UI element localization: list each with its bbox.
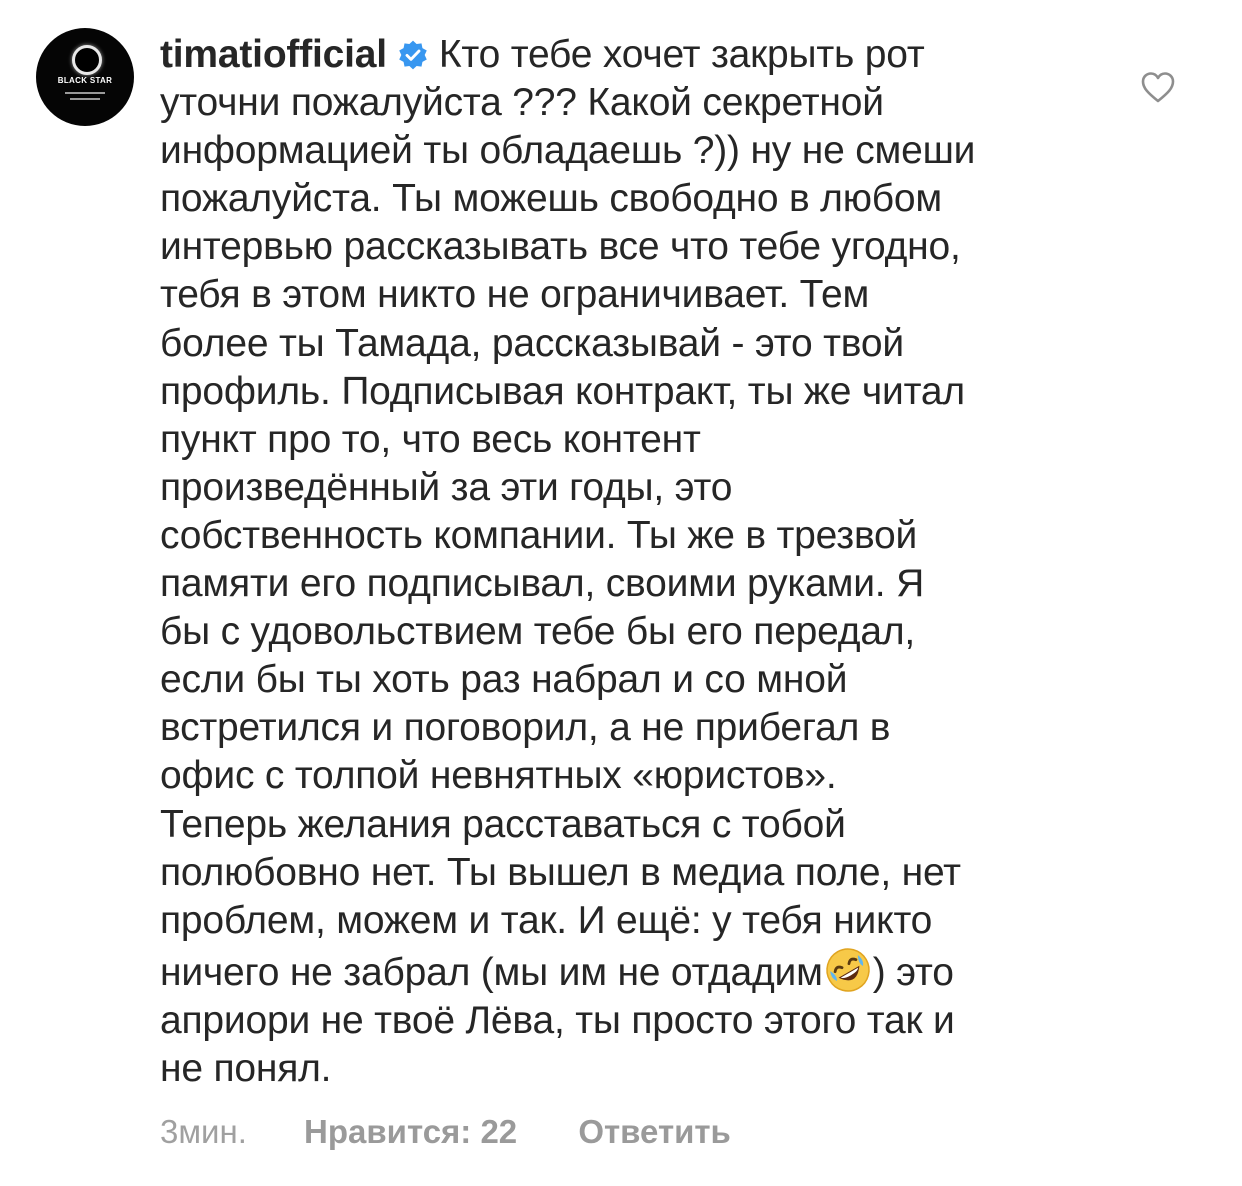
avatar[interactable]: BLACK STAR	[36, 28, 134, 126]
comment-line: полюбовно нет. Ты вышел в медиа поле, не…	[160, 850, 961, 894]
comment: BLACK STAR timatiofficial Кто тебе хочет…	[0, 0, 1242, 1186]
comment-line: собственность компании. Ты же в трезвой	[160, 513, 918, 557]
avatar-decoration	[65, 92, 105, 94]
likes-count-button[interactable]: Нравится: 22	[304, 1108, 517, 1156]
comment-line-part: ) это	[872, 950, 954, 994]
reply-button[interactable]: Ответить	[578, 1108, 731, 1156]
comment-line: если бы ты хоть раз набрал и со мной	[160, 658, 848, 702]
comment-line: более ты Тамада, рассказывай - это твой	[160, 321, 904, 365]
heart-icon[interactable]	[1140, 70, 1176, 106]
username[interactable]: timatiofficial	[160, 33, 387, 76]
comment-line: офис с толпой невнятных «юристов».	[160, 754, 837, 798]
comment-line: памяти его подписывал, своими руками. Я	[160, 562, 925, 606]
comment-line: проблем, можем и так. И ещё: у тебя никт…	[160, 898, 933, 942]
eclipse-logo-icon	[72, 45, 102, 75]
verified-badge-icon	[399, 40, 427, 70]
comment-text: timatiofficial Кто тебе хочет закрыть ро…	[160, 31, 1120, 1093]
comment-emoji-line: ничего не забрал (мы им не отдадим ) это	[160, 945, 1120, 997]
comment-line: произведённый за эти годы, это	[160, 465, 733, 509]
comment-line: не понял.	[160, 1046, 332, 1090]
comment-line: информацией ты обладаешь ?)) ну не смеши	[160, 129, 976, 173]
comment-line: пункт про то, что весь контент	[160, 417, 701, 461]
avatar-decoration	[70, 98, 100, 100]
comment-timestamp: 3мин.	[160, 1113, 247, 1150]
comment-line: тебя в этом никто не ограничивает. Тем	[160, 273, 870, 317]
rolling-on-floor-laughing-emoji	[825, 948, 870, 992]
comment-line: априори не твоё Лёва, ты просто этого та…	[160, 998, 955, 1042]
comment-line: интервью рассказывать все что тебе угодн…	[160, 225, 961, 269]
comment-first-line: timatiofficial Кто тебе хочет закрыть ро…	[160, 31, 1120, 79]
comment-footer: 3мин. Нравится: 22 Ответить	[160, 1108, 731, 1156]
comment-line: пожалуйста. Ты можешь свободно в любом	[160, 177, 942, 221]
comment-line-part: ничего не забрал (мы им не отдадим	[160, 950, 823, 994]
comment-line: профиль. Подписывая контракт, ты же чита…	[160, 369, 965, 413]
avatar-brand-label: BLACK STAR	[57, 76, 113, 85]
comment-line: Кто тебе хочет закрыть рот	[438, 33, 925, 76]
comment-line: бы с удовольствием тебе бы его передал,	[160, 610, 916, 654]
comment-line: уточни пожалуйста ??? Какой секретной	[160, 81, 884, 125]
comment-line: встретился и поговорил, а не прибегал в	[160, 706, 891, 750]
comment-line: Теперь желания расставаться с тобой	[160, 802, 846, 846]
